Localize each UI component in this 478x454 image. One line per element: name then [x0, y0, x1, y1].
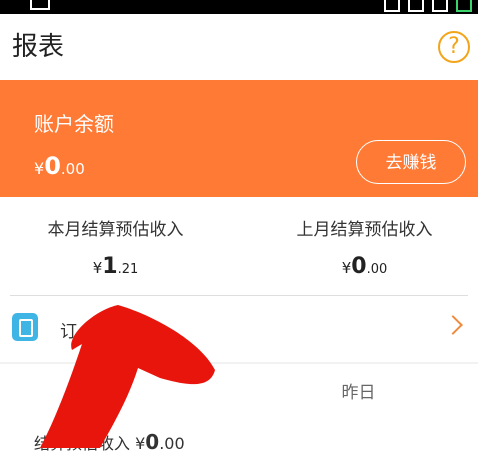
- currency-symbol: ¥: [341, 259, 352, 277]
- balance-integer: 0: [44, 152, 61, 180]
- last-month-income[interactable]: 上月结算预估收入 ¥0.00: [245, 215, 478, 279]
- gallery-icon: [408, 0, 424, 12]
- amount-integer: 0: [145, 430, 160, 454]
- currency-symbol: ¥: [135, 434, 146, 453]
- order-row-label: 订: [60, 322, 77, 342]
- amount-decimal: .00: [366, 262, 388, 277]
- amount-decimal: .21: [117, 262, 139, 277]
- balance-card: 账户余额 ¥0.00 去赚钱: [0, 80, 478, 197]
- earn-money-button[interactable]: 去赚钱: [356, 140, 466, 184]
- currency-symbol: ¥: [92, 259, 103, 277]
- last-month-amount: ¥0.00: [245, 254, 478, 279]
- settlement-income-row: 结算预估收入 ¥0.00: [34, 430, 185, 454]
- currency-symbol: ¥: [34, 159, 45, 178]
- this-month-label: 本月结算预估收入: [47, 220, 184, 240]
- balance-decimal: .00: [60, 160, 85, 178]
- status-bar: [0, 0, 478, 14]
- order-icon: [12, 313, 38, 341]
- chevron-right-icon: [443, 315, 463, 335]
- mute-icon: [384, 0, 400, 12]
- signal-icon: [432, 0, 448, 12]
- status-icons: [384, 0, 478, 14]
- page-title: 报表: [12, 32, 65, 62]
- screenshot-icon: [30, 0, 50, 10]
- app-bar: 报表 ?: [0, 14, 478, 80]
- tab-today[interactable]: 日: [0, 378, 239, 403]
- order-list-row[interactable]: 订: [0, 296, 478, 362]
- date-tabs: 日 昨日: [0, 364, 478, 416]
- this-month-amount: ¥1.21: [0, 254, 235, 279]
- balance-label: 账户余额: [34, 112, 114, 136]
- amount-integer: 0: [351, 254, 367, 279]
- balance-amount: ¥0.00: [34, 152, 85, 180]
- last-month-label: 上月结算预估收入: [296, 220, 433, 240]
- amount-integer: 1: [102, 254, 118, 279]
- battery-icon: [456, 0, 472, 12]
- estimated-income-stats: 本月结算预估收入 ¥1.21 上月结算预估收入 ¥0.00: [0, 197, 478, 295]
- amount-decimal: .00: [159, 434, 185, 453]
- tab-yesterday[interactable]: 昨日: [239, 378, 478, 403]
- settlement-income-label: 结算预估收入: [34, 434, 131, 453]
- help-icon[interactable]: ?: [438, 31, 470, 63]
- this-month-income[interactable]: 本月结算预估收入 ¥1.21: [0, 215, 235, 279]
